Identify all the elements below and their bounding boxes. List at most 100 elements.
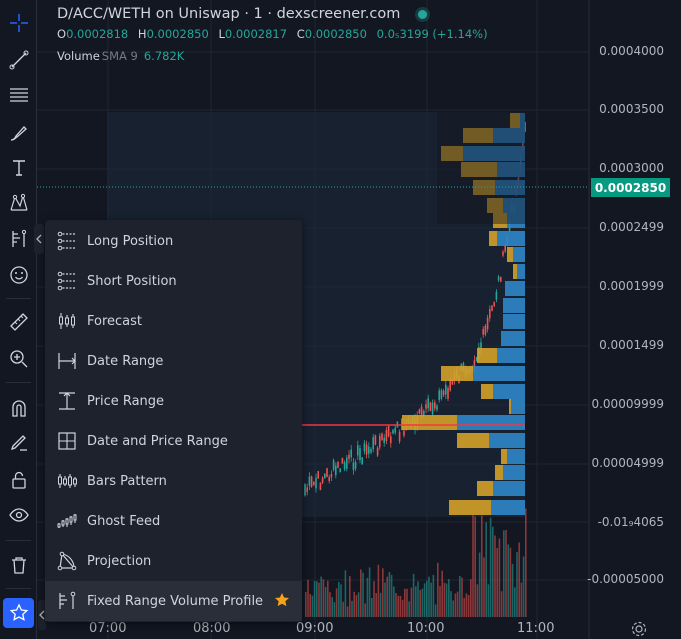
volume-bar <box>360 569 362 617</box>
volume-bar <box>305 591 307 617</box>
profile-up-row <box>495 465 503 480</box>
lock-icon[interactable] <box>3 465 34 495</box>
candle-body <box>326 468 328 477</box>
profile-down-row <box>491 500 525 515</box>
menu-item-volume-profile[interactable]: Fixed Range Volume Profile <box>45 581 302 621</box>
volume-bar <box>316 581 318 617</box>
volume-bar <box>461 577 463 617</box>
chart-legend: D/ACC/WETH on Uniswap · 1 · dexscreener.… <box>57 6 494 63</box>
menu-item-price-range[interactable]: Price Range <box>45 381 302 421</box>
volume-bar <box>463 598 465 617</box>
favorites-star-icon[interactable] <box>3 598 34 628</box>
volume-bar <box>498 538 501 617</box>
menu-item-label: Date and Price Range <box>87 433 228 449</box>
volume-bar <box>483 557 485 617</box>
volume-bar <box>505 530 507 617</box>
prediction-measurement-icon[interactable] <box>3 224 34 254</box>
menu-item-forecast[interactable]: Forecast <box>45 301 302 341</box>
profile-down-row <box>507 449 525 464</box>
candle-body <box>438 390 440 401</box>
menu-item-ghost-feed[interactable]: Ghost Feed <box>45 501 302 541</box>
gear-icon[interactable] <box>630 620 648 638</box>
crosshair-icon[interactable] <box>3 8 34 38</box>
menu-item-projection[interactable]: Projection <box>45 541 302 581</box>
profile-up-row <box>449 500 491 515</box>
short-position-icon <box>55 269 79 293</box>
candle-body <box>502 251 504 256</box>
ruler-icon[interactable] <box>3 307 34 337</box>
brush-icon[interactable] <box>3 118 34 148</box>
candle-body <box>335 465 337 476</box>
trash-icon[interactable] <box>3 550 34 580</box>
fib-retracement-icon[interactable] <box>3 80 34 110</box>
menu-item-label: Date Range <box>87 353 164 369</box>
market-status-dot[interactable] <box>418 9 428 19</box>
volume-bar <box>415 586 417 617</box>
time-label: 10:00 <box>407 621 445 636</box>
menu-item-bars-pattern[interactable]: Bars Pattern <box>45 461 302 501</box>
symbol-title[interactable]: D/ACC/WETH on Uniswap · 1 · dexscreener.… <box>57 6 400 22</box>
time-label: 07:00 <box>89 621 127 636</box>
candle-body <box>418 409 421 414</box>
menu-item-date-price-range[interactable]: Date and Price Range <box>45 421 302 461</box>
volume-bar <box>500 591 503 617</box>
time-label: 11:00 <box>517 621 555 636</box>
volume-bar <box>395 592 397 617</box>
candle-body <box>324 473 326 479</box>
price-label: 0.0001499 <box>599 338 664 352</box>
long-position-icon <box>55 229 79 253</box>
stay-drawing-icon[interactable] <box>3 427 34 457</box>
eye-icon[interactable] <box>3 500 34 530</box>
candle-body <box>491 305 493 311</box>
profile-down-row <box>457 415 525 430</box>
volume-bar <box>313 580 316 617</box>
magnet-icon[interactable] <box>3 393 34 423</box>
profile-down-row <box>503 298 525 313</box>
candle-body <box>321 477 324 483</box>
candle-body <box>368 446 370 454</box>
menu-item-short-position[interactable]: Short Position <box>45 261 302 301</box>
price-label: 0.0003500 <box>599 102 664 116</box>
price-label: 0.00009999 <box>591 397 664 411</box>
zoom-in-icon[interactable] <box>3 344 34 374</box>
candle-body <box>350 449 352 458</box>
volume-bar <box>386 576 388 617</box>
volume-bar <box>307 579 309 617</box>
profile-down-row <box>503 465 525 480</box>
candle-body <box>493 302 495 306</box>
candle-body <box>341 457 344 464</box>
volume-bar <box>355 595 358 617</box>
toolbar-divider <box>6 540 31 541</box>
trend-line-icon[interactable] <box>3 45 34 75</box>
candle-body <box>363 443 366 452</box>
candle-body <box>440 390 443 399</box>
volume-bar <box>351 600 353 617</box>
time-label: 08:00 <box>193 621 231 636</box>
volume-bars <box>305 508 527 617</box>
menu-item-long-position[interactable]: Long Position <box>45 221 302 261</box>
menu-item-date-range[interactable]: Date Range <box>45 341 302 381</box>
volume-bar <box>364 603 366 617</box>
text-icon[interactable] <box>3 153 34 183</box>
volume-bar <box>393 586 395 617</box>
volume-legend[interactable]: Volume SMA 9 6.782K <box>57 49 494 63</box>
profile-up-row <box>457 433 489 448</box>
ohlc-values: O0.0002818 H0.0002850 L0.0002817 C0.0002… <box>57 27 488 41</box>
candle-body <box>361 457 363 465</box>
favorite-star-icon[interactable] <box>274 592 290 608</box>
emoji-icon[interactable] <box>3 260 34 290</box>
forecast-icon <box>55 309 79 333</box>
volume-bar <box>419 589 421 617</box>
candle-body <box>310 476 313 487</box>
volume-bar <box>426 580 428 617</box>
volume-bar <box>445 583 448 617</box>
menu-item-label: Forecast <box>87 313 143 329</box>
pattern-icon[interactable] <box>3 188 34 218</box>
volume-bar <box>428 576 430 617</box>
volume-bar <box>507 544 509 617</box>
candle-body <box>308 476 311 486</box>
candle-body <box>392 429 394 434</box>
profile-down-row <box>501 331 525 346</box>
candle-body <box>385 429 388 442</box>
profile-down-row <box>511 399 525 414</box>
